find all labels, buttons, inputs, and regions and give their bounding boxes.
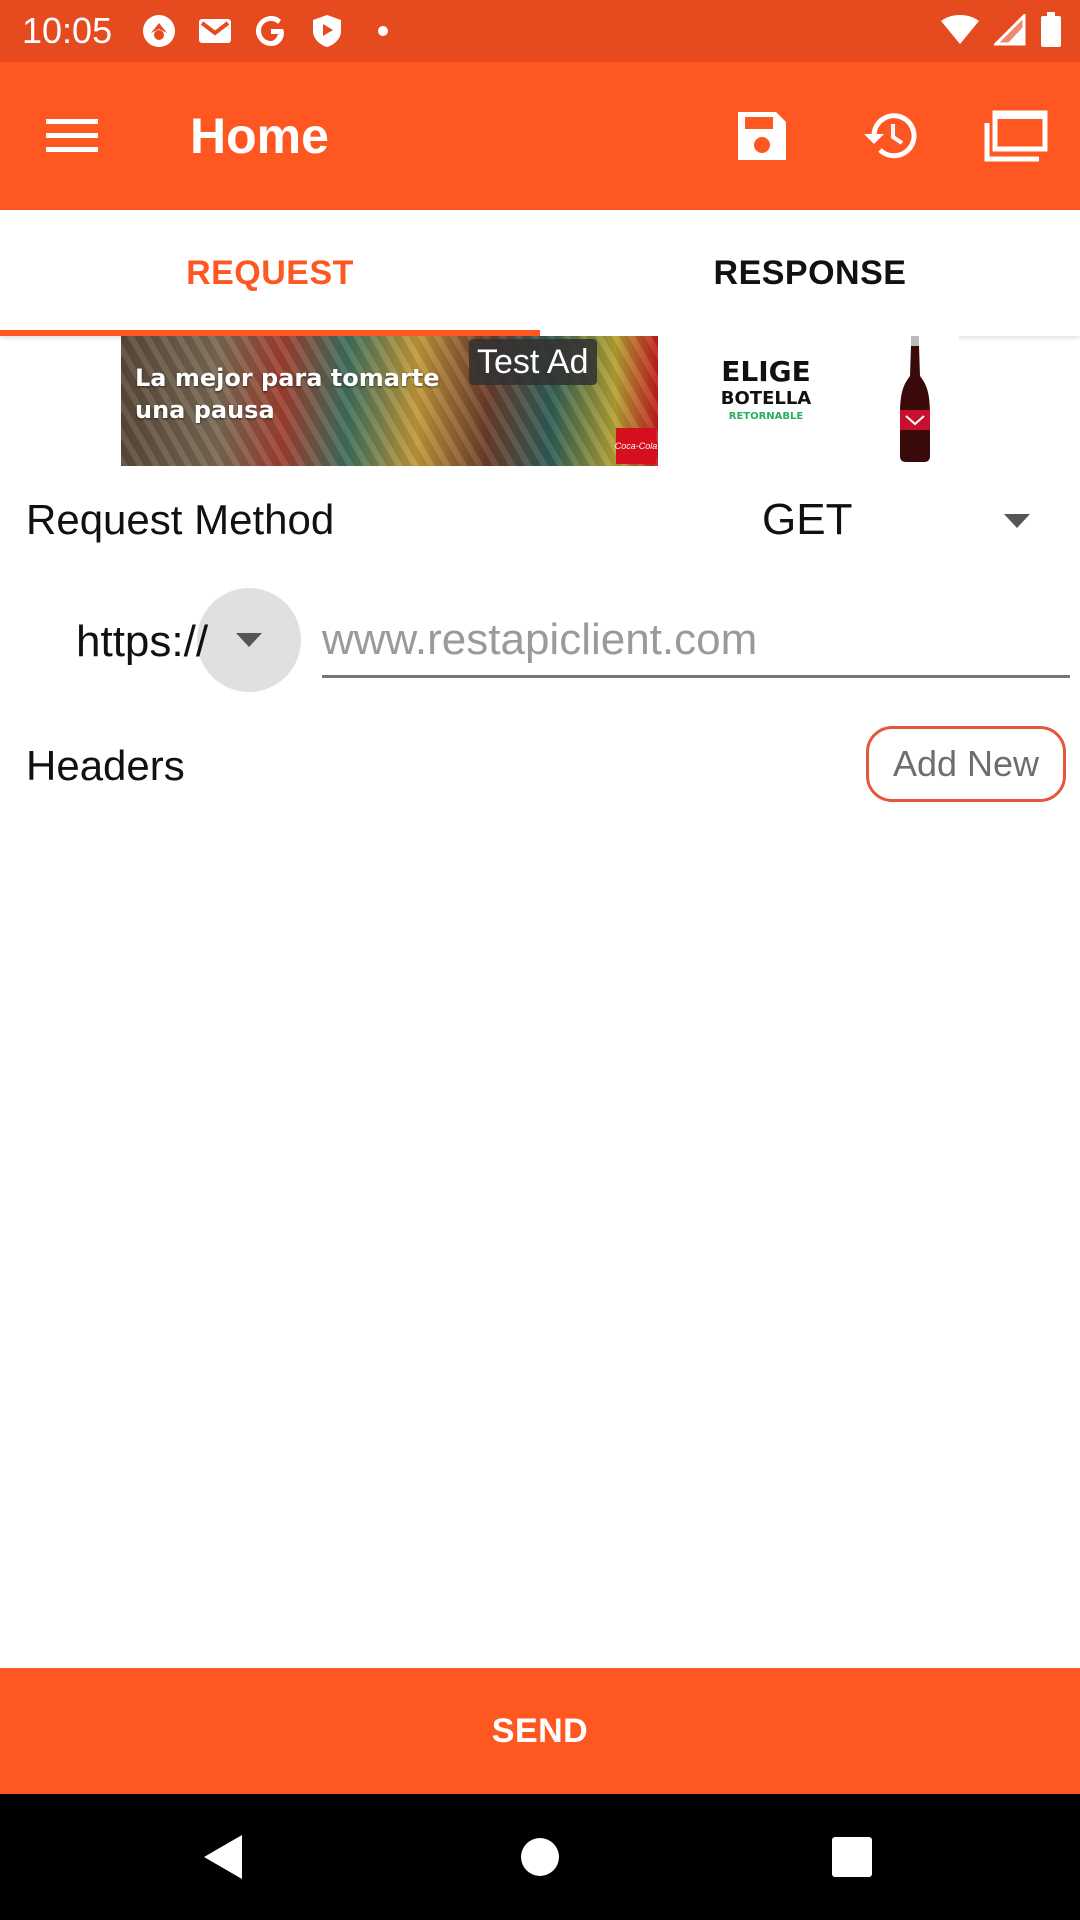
send-button[interactable]: SEND — [0, 1668, 1080, 1794]
gmail-icon — [196, 12, 234, 50]
page-title: Home — [190, 108, 329, 164]
shield-play-icon — [308, 12, 346, 50]
home-button[interactable] — [510, 1827, 570, 1887]
add-header-button[interactable]: Add New — [866, 726, 1066, 802]
dot-icon — [364, 12, 402, 50]
cellular-signal-icon — [992, 12, 1026, 51]
wifi-icon — [940, 14, 980, 51]
history-icon — [864, 113, 917, 159]
ad-slogan-line-3: RETORNABLE — [728, 411, 804, 422]
battery-icon — [1040, 12, 1062, 53]
ad-slogan: ELIGE BOTELLA RETORNABLE — [706, 356, 826, 424]
request-method-select[interactable]: GET — [740, 488, 1040, 552]
tab-response[interactable]: RESPONSE — [540, 210, 1080, 336]
status-bar: 10:05 — [0, 0, 1080, 62]
menu-button[interactable] — [34, 104, 110, 168]
url-row: https:// — [0, 580, 1080, 700]
ad-banner[interactable]: La mejor para tomarte una pausa Coca‑Col… — [121, 336, 959, 466]
chevron-down-icon — [1004, 514, 1030, 528]
ad-headline: La mejor para tomarte una pausa — [135, 364, 440, 424]
app-bar: Home — [0, 62, 1080, 210]
save-icon — [738, 112, 786, 160]
request-method-label: Request Method — [26, 496, 335, 543]
back-icon — [204, 1835, 242, 1879]
ad-brand-logo: Coca‑Cola — [615, 428, 657, 464]
bottle-icon — [900, 336, 930, 462]
system-navigation-bar — [0, 1794, 1080, 1920]
tab-request[interactable]: REQUEST — [0, 210, 540, 336]
tab-bar: REQUEST RESPONSE — [0, 210, 1080, 336]
headers-label: Headers — [26, 742, 185, 789]
collections-button[interactable] — [978, 98, 1054, 174]
history-button[interactable] — [851, 98, 927, 174]
test-ad-badge: Test Ad — [469, 339, 597, 385]
chevron-down-icon — [236, 633, 262, 647]
recents-icon — [832, 1837, 872, 1877]
ad-slogan-line-2: BOTELLA — [720, 388, 812, 409]
collections-icon — [984, 110, 1048, 162]
scheme-value: https:// — [76, 617, 209, 666]
recents-button[interactable] — [822, 1827, 882, 1887]
app-notification-icon — [140, 12, 178, 50]
notification-icons — [140, 12, 402, 50]
save-button[interactable] — [724, 98, 800, 174]
google-icon — [252, 12, 290, 50]
ad-slogan-line-1: ELIGE — [721, 355, 811, 388]
menu-icon — [46, 119, 98, 152]
request-method-value: GET — [762, 495, 853, 544]
url-input[interactable] — [322, 608, 1070, 678]
request-method-row: Request Method GET — [0, 470, 1080, 574]
scheme-dropdown-button[interactable] — [197, 588, 301, 692]
status-time: 10:05 — [22, 10, 113, 51]
system-status-icons — [940, 12, 1062, 53]
back-button[interactable] — [194, 1827, 254, 1887]
home-icon — [521, 1838, 559, 1876]
